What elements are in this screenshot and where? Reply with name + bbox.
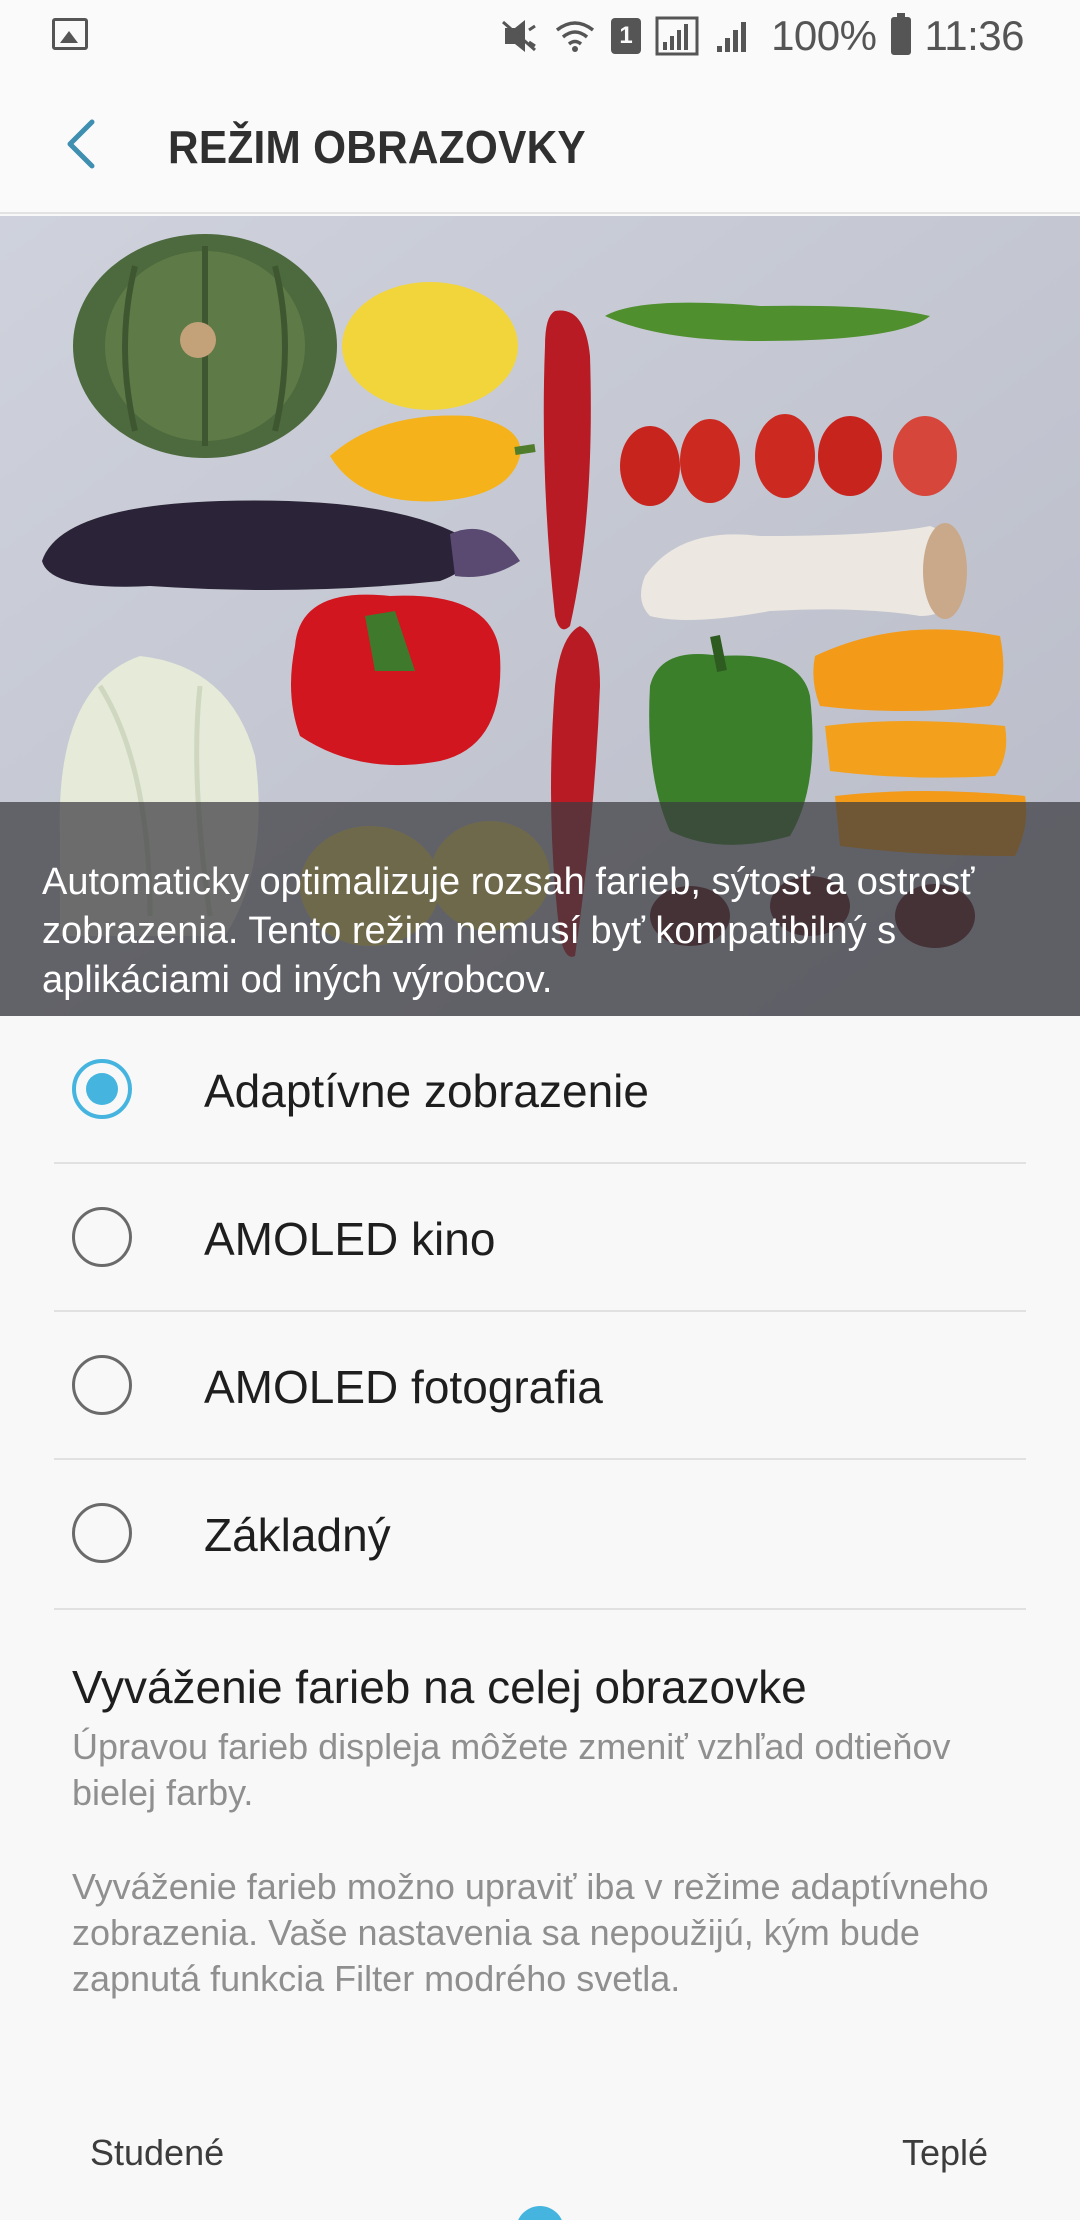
color-balance-note: Vyváženie farieb možno upraviť iba v rež… xyxy=(72,1866,989,1999)
color-balance-description: Úpravou farieb displeja môžete zmeniť vz… xyxy=(72,1726,951,1813)
app-bar: REŽIM OBRAZOVKY xyxy=(0,72,1080,214)
preview-image: Automaticky optimalizuje rozsah farieb, … xyxy=(0,216,1080,1016)
signal-icon xyxy=(655,16,699,56)
clock: 11:36 xyxy=(924,12,1025,59)
divider xyxy=(54,1608,1026,1610)
option-amoled-cinema[interactable]: AMOLED kino xyxy=(0,1164,1080,1312)
sim-icon: 1 xyxy=(611,18,642,54)
preview-caption: Automaticky optimalizuje rozsah farieb, … xyxy=(0,802,1080,1016)
battery-icon xyxy=(890,13,911,55)
battery-percent: 100% xyxy=(771,12,877,59)
status-bar: 1 100% 11:36 xyxy=(0,0,1080,72)
radio-button[interactable] xyxy=(72,1355,132,1415)
color-balance-slider-thumb[interactable] xyxy=(516,2206,564,2220)
option-amoled-photo[interactable]: AMOLED fotografia xyxy=(0,1312,1080,1460)
option-adaptive[interactable]: Adaptívne zobrazenie xyxy=(0,1016,1080,1164)
signal-icon-2 xyxy=(717,22,747,52)
cool-label: Studené xyxy=(90,2132,225,2173)
option-label: AMOLED kino xyxy=(204,1213,496,1265)
page-title: REŽIM OBRAZOVKY xyxy=(168,121,586,173)
wifi-icon xyxy=(556,21,595,52)
back-button[interactable] xyxy=(56,114,112,174)
radio-button[interactable] xyxy=(72,1503,132,1563)
gallery-icon xyxy=(52,18,88,50)
caption-text: Automaticky optimalizuje rozsah farieb, … xyxy=(42,861,975,1001)
option-basic[interactable]: Základný xyxy=(0,1460,1080,1608)
color-balance-title: Vyváženie farieb na celej obrazovke xyxy=(72,1661,807,1713)
chevron-left-icon xyxy=(67,119,95,169)
warm-label: Teplé xyxy=(901,2132,988,2173)
status-icons: 1 100% 11:36 xyxy=(499,10,1024,62)
radio-button[interactable] xyxy=(72,1207,132,1267)
option-label: Základný xyxy=(204,1509,391,1561)
option-label: AMOLED fotografia xyxy=(204,1361,603,1413)
mute-icon xyxy=(502,20,537,52)
option-label: Adaptívne zobrazenie xyxy=(204,1065,649,1117)
radio-button-checked[interactable] xyxy=(72,1059,132,1119)
screen-mode-options: Adaptívne zobrazenie AMOLED kino AMOLED … xyxy=(0,1016,1080,1610)
